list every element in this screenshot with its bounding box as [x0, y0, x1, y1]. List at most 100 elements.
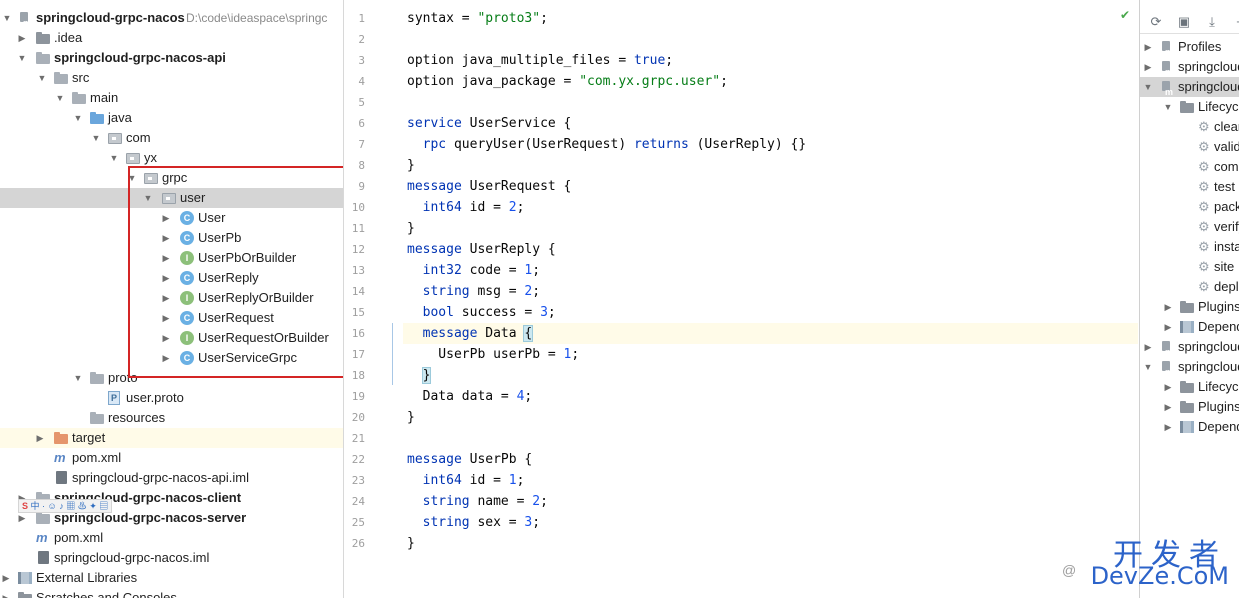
- code-token: ;: [665, 53, 674, 68]
- chevron-right-icon[interactable]: ▶: [1142, 37, 1154, 57]
- chevron-down-icon[interactable]: ▼: [72, 108, 84, 128]
- code-line[interactable]: option java_multiple_files = true;: [407, 50, 673, 71]
- chevron-down-icon[interactable]: ▼: [16, 48, 28, 68]
- tree-item-user[interactable]: ▼ user: [0, 188, 343, 208]
- chevron-right-icon[interactable]: ▶: [1162, 297, 1174, 317]
- chevron-right-icon[interactable]: ▶: [16, 28, 28, 48]
- maven-project-icon: [1160, 360, 1174, 382]
- chevron-right-icon[interactable]: ▶: [1142, 57, 1154, 77]
- refresh-icon[interactable]: ⟳: [1146, 12, 1166, 32]
- code-line[interactable]: message UserReply {: [407, 239, 556, 260]
- folder-icon: [72, 92, 86, 104]
- code-token: string: [422, 515, 470, 530]
- code-line[interactable]: }: [407, 407, 415, 428]
- code-token: }: [407, 158, 415, 173]
- tree-item-label: src: [72, 70, 90, 85]
- code-line[interactable]: }: [407, 155, 415, 176]
- code-line[interactable]: Data data = 4;: [407, 386, 533, 407]
- ime-toolbar[interactable]: S 中 · ☺ ♪ ▦ ♨ ✦ ▤: [18, 499, 113, 513]
- chevron-right-icon[interactable]: ▶: [1162, 377, 1174, 397]
- code-line[interactable]: }: [407, 533, 415, 554]
- code-line[interactable]: UserPb userPb = 1;: [407, 344, 579, 365]
- maven-tree-item[interactable]: ▼ springcloud: [1140, 77, 1239, 102]
- code-line[interactable]: }: [407, 218, 415, 239]
- code-line[interactable]: string msg = 2;: [407, 281, 540, 302]
- chevron-right-icon[interactable]: ▶: [1162, 417, 1174, 437]
- code-area[interactable]: syntax = "proto3"; option java_multiple_f…: [403, 0, 1138, 598]
- chevron-right-icon[interactable]: ▶: [1162, 317, 1174, 337]
- code-token: syntax =: [407, 11, 478, 26]
- chevron-down-icon[interactable]: ▼: [142, 188, 154, 208]
- maven-tree-label: deploy: [1214, 279, 1239, 294]
- tree-item-target[interactable]: ▶ target: [0, 428, 343, 448]
- code-line[interactable]: int64 id = 1;: [407, 470, 525, 491]
- chevron-right-icon[interactable]: ▶: [160, 308, 172, 328]
- chevron-down-icon[interactable]: ▼: [126, 168, 138, 188]
- code-line[interactable]: rpc queryUser(UserRequest) returns (User…: [407, 134, 807, 155]
- maven-project-icon: [1160, 60, 1174, 82]
- code-line[interactable]: string name = 2;: [407, 491, 548, 512]
- code-line[interactable]: string sex = 3;: [407, 512, 540, 533]
- line-number: 15: [351, 306, 365, 319]
- code-line[interactable]: }: [407, 365, 432, 386]
- dependencies-icon: [1180, 421, 1194, 433]
- code-line[interactable]: message Data {: [407, 323, 534, 344]
- code-line[interactable]: message UserRequest {: [407, 176, 571, 197]
- maven-file-icon: m: [54, 450, 66, 465]
- maven-tree-label: springcloud: [1178, 339, 1239, 354]
- line-number: 22: [351, 453, 365, 466]
- module-folder-icon: [36, 512, 50, 524]
- code-editor[interactable]: 1 2 3 4 5 6 7 8 9 10 11 12 13 14 15 16 17 18 19 20 21 22 23 24 2…: [345, 0, 1138, 598]
- code-line[interactable]: int64 id = 2;: [407, 197, 525, 218]
- chevron-right-icon[interactable]: ▶: [1162, 397, 1174, 417]
- chevron-right-icon[interactable]: ▶: [34, 428, 46, 448]
- code-line[interactable]: option java_package = "com.yx.grpc.user"…: [407, 71, 728, 92]
- chevron-down-icon[interactable]: ▼: [1162, 97, 1174, 117]
- code-token: id =: [461, 200, 509, 215]
- inspection-ok-icon[interactable]: ✔: [1120, 8, 1130, 22]
- chevron-down-icon[interactable]: ▼: [1142, 357, 1154, 377]
- tree-item-root[interactable]: ▼ springcloud-grpc-nacos D:\code\ideaspa…: [0, 8, 343, 33]
- chevron-right-icon[interactable]: ▶: [1142, 337, 1154, 357]
- add-icon[interactable]: +: [1230, 12, 1239, 32]
- line-number: 1: [358, 12, 365, 25]
- folder-icon: [1180, 101, 1194, 113]
- code-token: }: [407, 410, 415, 425]
- code-token: }: [407, 536, 415, 551]
- chevron-down-icon[interactable]: ▼: [90, 128, 102, 148]
- chevron-right-icon[interactable]: ▶: [160, 288, 172, 308]
- module-folder-icon: [36, 52, 50, 64]
- code-line[interactable]: syntax = "proto3";: [407, 8, 548, 29]
- chevron-right-icon[interactable]: ▶: [0, 588, 12, 598]
- chevron-right-icon[interactable]: ▶: [160, 268, 172, 288]
- chevron-down-icon[interactable]: ▼: [1, 8, 13, 28]
- maven-tree-label: Dependencies: [1198, 319, 1239, 334]
- code-line[interactable]: bool success = 3;: [407, 302, 556, 323]
- chevron-down-icon[interactable]: ▼: [54, 88, 66, 108]
- chevron-right-icon[interactable]: ▶: [0, 568, 12, 588]
- code-line[interactable]: message UserPb {: [407, 449, 532, 470]
- chevron-right-icon[interactable]: ▶: [160, 248, 172, 268]
- ime-buttons[interactable]: 中 · ☺ ♪ ▦ ♨ ✦ ▤: [31, 501, 109, 511]
- tree-item-label: java: [108, 110, 132, 125]
- module-icon: [18, 11, 32, 33]
- maven-tree-label: site: [1214, 259, 1235, 274]
- code-token: ;: [540, 11, 548, 26]
- project-tool-window: ▼ springcloud-grpc-nacos D:\code\ideaspa…: [0, 0, 344, 598]
- add-maven-project-icon[interactable]: ▣: [1174, 12, 1194, 32]
- code-line[interactable]: int32 code = 1;: [407, 260, 540, 281]
- chevron-right-icon[interactable]: ▶: [160, 208, 172, 228]
- chevron-down-icon[interactable]: ▼: [108, 148, 120, 168]
- chevron-right-icon[interactable]: ▶: [160, 328, 172, 348]
- line-number: 11: [351, 222, 365, 235]
- chevron-down-icon[interactable]: ▼: [36, 68, 48, 88]
- class-icon: C: [180, 271, 194, 285]
- chevron-right-icon[interactable]: ▶: [160, 228, 172, 248]
- code-line[interactable]: service UserService {: [407, 113, 571, 134]
- download-icon[interactable]: ⤓: [1202, 12, 1222, 32]
- chevron-down-icon[interactable]: ▼: [72, 368, 84, 388]
- chevron-down-icon[interactable]: ▼: [1142, 77, 1154, 97]
- code-token: msg =: [469, 284, 525, 299]
- chevron-right-icon[interactable]: ▶: [160, 348, 172, 368]
